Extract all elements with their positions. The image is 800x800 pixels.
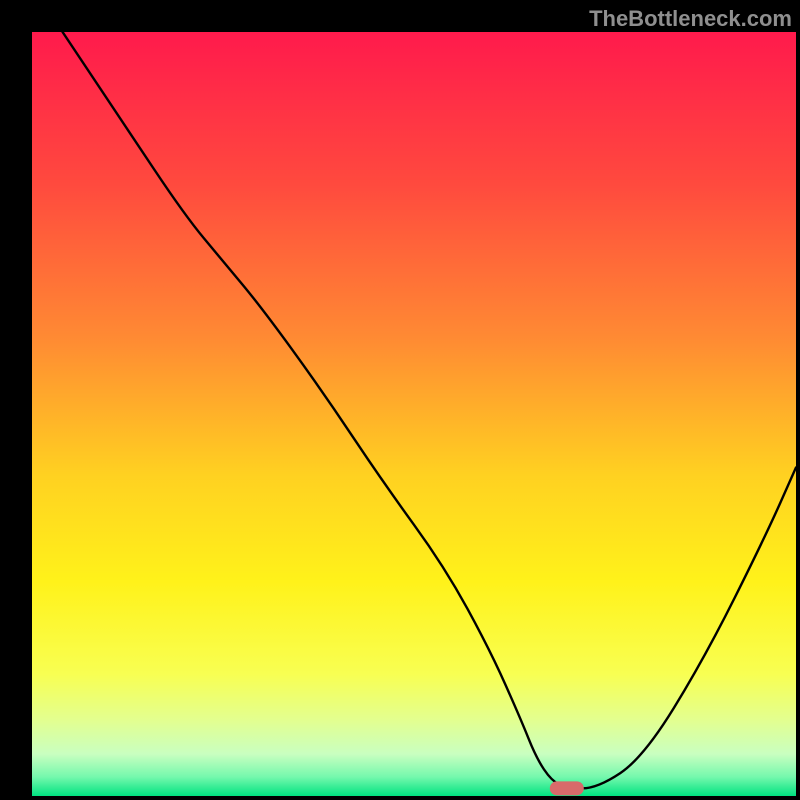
plot-area — [32, 32, 796, 796]
chart-frame: TheBottleneck.com — [0, 0, 800, 800]
watermark-label: TheBottleneck.com — [589, 6, 792, 32]
gradient-background — [32, 32, 796, 796]
optimal-marker — [550, 781, 584, 795]
plot-svg — [32, 32, 796, 796]
